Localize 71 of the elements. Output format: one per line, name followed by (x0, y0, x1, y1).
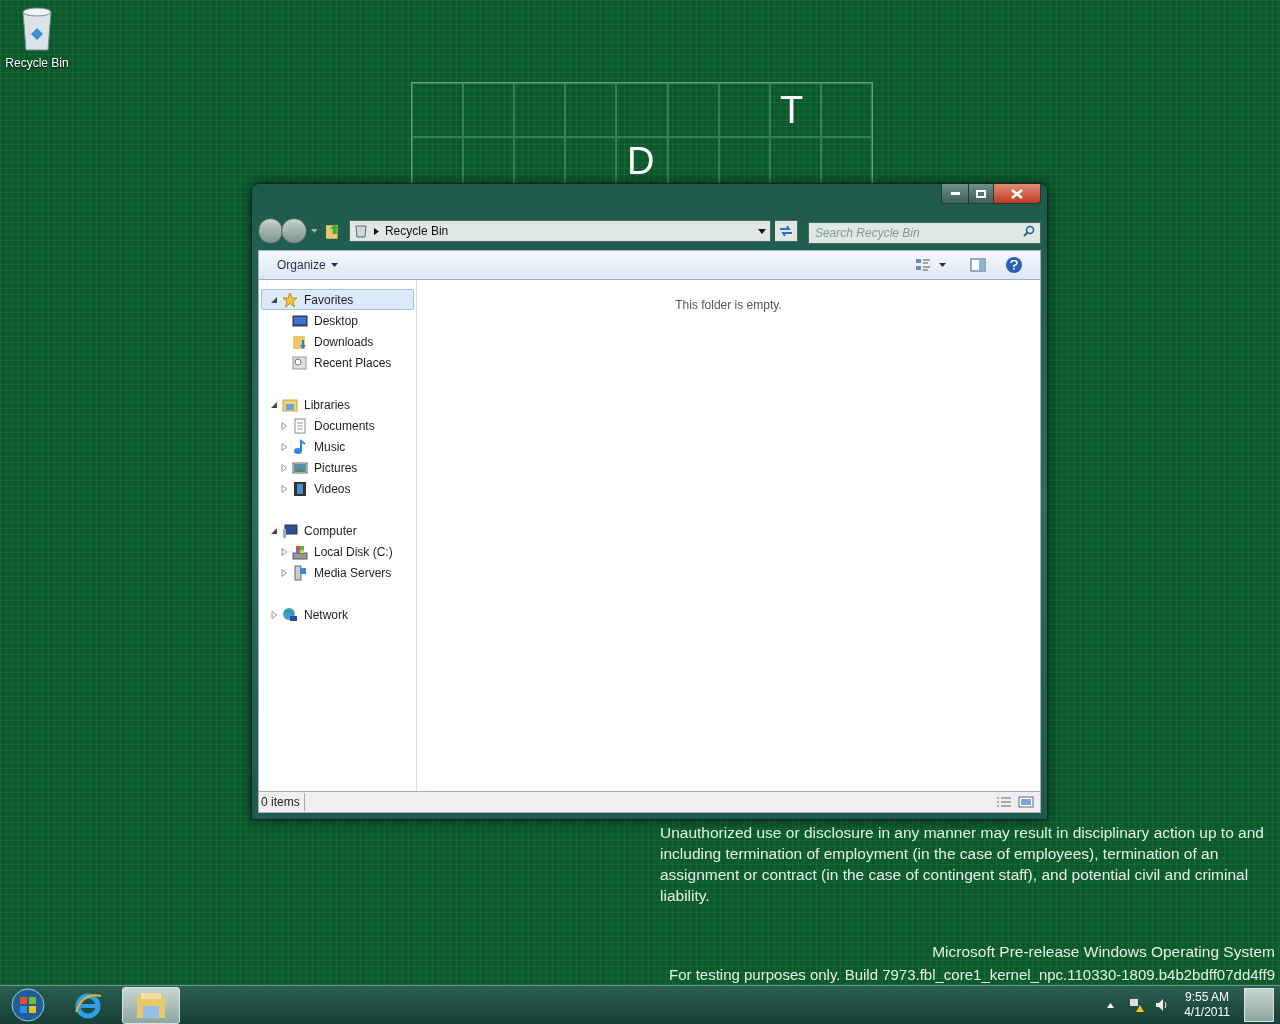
minimize-button[interactable] (942, 184, 968, 203)
view-options-button[interactable] (915, 258, 946, 272)
network-globe-icon (282, 606, 298, 623)
nav-item[interactable]: Desktop (261, 310, 414, 331)
clock[interactable]: 9:55 AM 4/1/2011 (1184, 990, 1230, 1020)
taskbar-explorer-button[interactable] (122, 986, 180, 1024)
desktop-icon-label: Recycle Bin (5, 55, 69, 72)
nav-item[interactable]: Videos (261, 478, 414, 499)
caret-icon (330, 263, 338, 267)
nav-item[interactable]: Music (261, 436, 414, 457)
preview-pane-button[interactable] (970, 258, 986, 272)
wallpaper-letter: D (627, 142, 655, 180)
dropdown-caret-icon[interactable] (757, 228, 766, 234)
recent-places-icon (292, 354, 308, 371)
media-server-icon (292, 564, 308, 581)
os-name-text: Microsoft Pre-release Windows Operating System (932, 942, 1275, 962)
refresh-button[interactable] (774, 220, 798, 242)
nav-item[interactable]: Pictures (261, 457, 414, 478)
network-warning-icon[interactable] (1128, 997, 1145, 1013)
large-icons-view-icon[interactable] (1018, 796, 1034, 808)
folder-icon (135, 990, 167, 1020)
forward-button[interactable] (281, 218, 307, 244)
library-folder-icon (282, 396, 298, 413)
address-path: Recycle Bin (384, 223, 450, 240)
preview-pane-icon (970, 258, 986, 272)
maximize-button[interactable] (968, 184, 994, 203)
expanded-arrow-icon[interactable] (270, 526, 278, 535)
nav-section-item[interactable]: Computer (261, 520, 414, 541)
nav-section-item[interactable]: Network (261, 604, 414, 625)
empty-folder-message: This folder is empty. (675, 297, 782, 314)
nav-item[interactable]: Local Disk (C:) (261, 541, 414, 562)
expanded-arrow-icon[interactable] (270, 400, 278, 409)
wallpaper-letter: T (780, 91, 804, 129)
caret-icon (939, 263, 946, 267)
nav-item[interactable]: Media Servers (261, 562, 414, 583)
chevron-right-icon (373, 227, 379, 235)
show-hidden-icons-arrow-icon[interactable] (1107, 1002, 1115, 1008)
picture-icon (292, 459, 308, 476)
search-icon (1022, 225, 1035, 237)
legal-notice: Unauthorized use or disclosure in any manner may result in disciplinary action up to and including termination of employment (in the case of employees), termination of an assignment or contract (in the case of contingent staff), and potential civil and criminal liability. (660, 823, 1265, 906)
item-count: 0 items (261, 793, 305, 811)
organize-button[interactable]: Organize (277, 256, 338, 274)
film-icon (292, 480, 308, 497)
recycle-bin-icon (19, 6, 55, 52)
close-icon (1011, 188, 1023, 199)
desktop-icon[interactable]: Recycle Bin (2, 6, 72, 72)
close-button[interactable] (994, 184, 1040, 203)
expanded-arrow-icon[interactable] (270, 295, 278, 304)
build-text: For testing purposes only. Build 7973.fbl_core1_kernel_npc.110330-1809.b4b2bdff07dd4ff9 (669, 965, 1275, 985)
document-icon (292, 417, 308, 434)
computer-icon (282, 522, 298, 539)
refresh-arrows-icon (778, 225, 793, 237)
music-note-icon (292, 438, 308, 455)
star-icon (282, 291, 298, 308)
help-icon (1010, 260, 1018, 270)
address-bar[interactable]: Recycle Bin (348, 220, 771, 242)
hard-drive-icon (292, 543, 308, 560)
folder-up-icon[interactable] (325, 222, 341, 240)
windows-logo-icon (11, 988, 45, 1022)
folder-download-icon (292, 333, 308, 350)
nav-item[interactable]: Downloads (261, 331, 414, 352)
back-button[interactable] (258, 218, 284, 244)
nav-item[interactable]: Documents (261, 415, 414, 436)
help-button[interactable] (1006, 257, 1022, 273)
nav-section-item[interactable]: Libraries (261, 394, 414, 415)
nav-item[interactable]: Recent Places (261, 352, 414, 373)
desktop-icon (292, 312, 308, 329)
search-field[interactable]: Search Recycle Bin (807, 222, 1041, 244)
nav-section-item[interactable]: Favorites (261, 289, 414, 310)
view-list-icon (915, 258, 931, 272)
recycle-bin-icon (353, 224, 368, 238)
